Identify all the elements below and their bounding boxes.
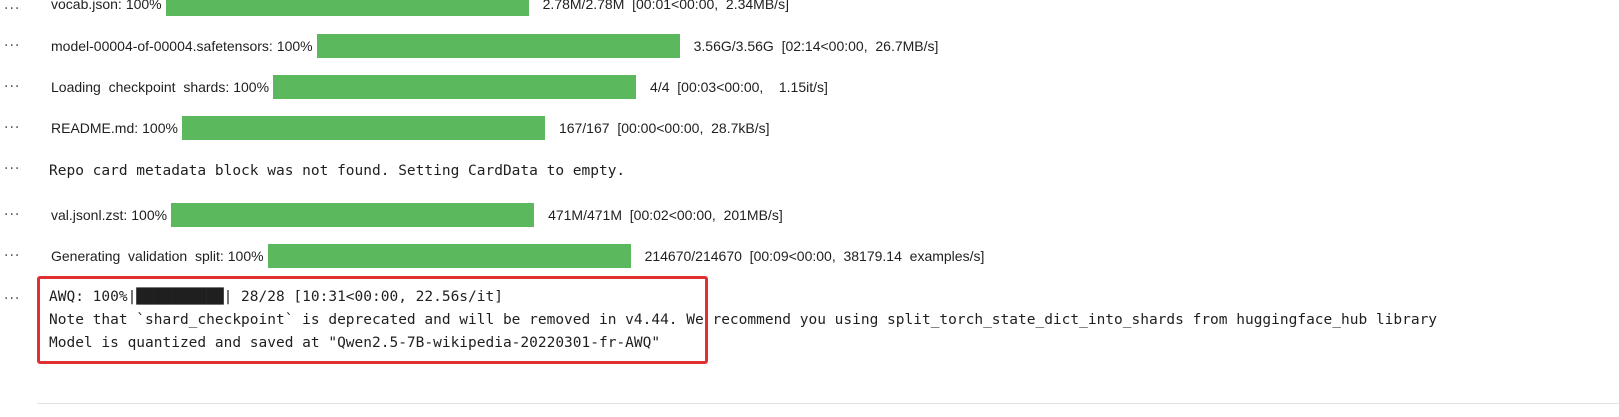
more-options-icon[interactable]: ··· (4, 119, 24, 137)
progress-bar (267, 244, 631, 268)
progress-fill (273, 75, 637, 99)
progress-pct: 100% (131, 207, 168, 223)
progress-bar (165, 0, 529, 16)
progress-stats: 2.78M/2.78M [00:01<00:00, 2.34MB/s] (542, 0, 789, 12)
output-row: ··· Loading checkpoint shards: 100% 4/4 … (0, 75, 1619, 101)
progress-stats: 167/167 [00:00<00:00, 28.7kB/s] (558, 120, 770, 136)
highlight-box (37, 276, 708, 364)
output-row: ··· model-00004-of-00004.safetensors: 10… (0, 34, 1619, 60)
progress-desc: vocab.json: (51, 0, 122, 12)
progress-stats: 471M/471M [00:02<00:00, 201MB/s] (548, 207, 783, 223)
progress-pct: 100% (233, 79, 270, 95)
progress-fill (181, 116, 545, 140)
progress-fill (165, 0, 529, 16)
progress-desc: model-00004-of-00004.safetensors: (51, 38, 273, 54)
progress-desc: Loading checkpoint shards: (51, 79, 230, 95)
progress-pct: 100% (227, 248, 264, 264)
progress-stats: 3.56G/3.56G [02:14<00:00, 26.7MB/s] (693, 38, 939, 54)
progress-bar (273, 75, 637, 99)
more-options-icon[interactable]: ··· (4, 0, 24, 18)
progress-fill (267, 244, 631, 268)
output-row: ··· Generating validation split: 100% 21… (0, 244, 1619, 270)
output-row: ··· Repo card metadata block was not fou… (0, 160, 1619, 186)
cell-divider (37, 403, 1619, 404)
progress-bar-row: model-00004-of-00004.safetensors: 100% 3… (51, 34, 938, 58)
output-row: ··· val.jsonl.zst: 100% 471M/471M [00:02… (0, 203, 1619, 229)
progress-bar (171, 203, 535, 227)
progress-bar-row: Generating validation split: 100% 214670… (51, 244, 984, 268)
progress-desc: Generating validation split: (51, 248, 224, 264)
more-options-icon[interactable]: ··· (4, 247, 24, 265)
more-options-icon[interactable]: ··· (4, 78, 24, 96)
progress-pct: 100% (125, 0, 162, 12)
progress-bar (181, 116, 545, 140)
stderr-text: Repo card metadata block was not found. … (49, 163, 626, 179)
output-row: ··· README.md: 100% 167/167 [00:00<00:00… (0, 116, 1619, 142)
progress-bar-row: vocab.json: 100% 2.78M/2.78M [00:01<00:0… (51, 0, 789, 16)
progress-bar (316, 34, 680, 58)
more-options-icon[interactable]: ··· (4, 290, 24, 308)
progress-pct: 100% (142, 120, 178, 136)
progress-desc: val.jsonl.zst: (51, 207, 128, 223)
output-row: ··· vocab.json: 100% 2.78M/2.78M [00:01<… (0, 0, 1619, 18)
more-options-icon[interactable]: ··· (4, 37, 24, 55)
progress-bar-row: val.jsonl.zst: 100% 471M/471M [00:02<00:… (51, 203, 783, 227)
progress-stats: 4/4 [00:03<00:00, 1.15it/s] (650, 79, 828, 95)
progress-bar-row: Loading checkpoint shards: 100% 4/4 [00:… (51, 75, 828, 99)
more-options-icon[interactable]: ··· (4, 206, 24, 224)
progress-stats: 214670/214670 [00:09<00:00, 38179.14 exa… (644, 248, 985, 264)
progress-desc: README.md: (51, 120, 139, 136)
more-options-icon[interactable]: ··· (4, 160, 24, 178)
progress-bar-row: README.md: 100% 167/167 [00:00<00:00, 28… (51, 116, 770, 140)
progress-fill (171, 203, 535, 227)
progress-pct: 100% (276, 38, 313, 54)
progress-fill (316, 34, 680, 58)
